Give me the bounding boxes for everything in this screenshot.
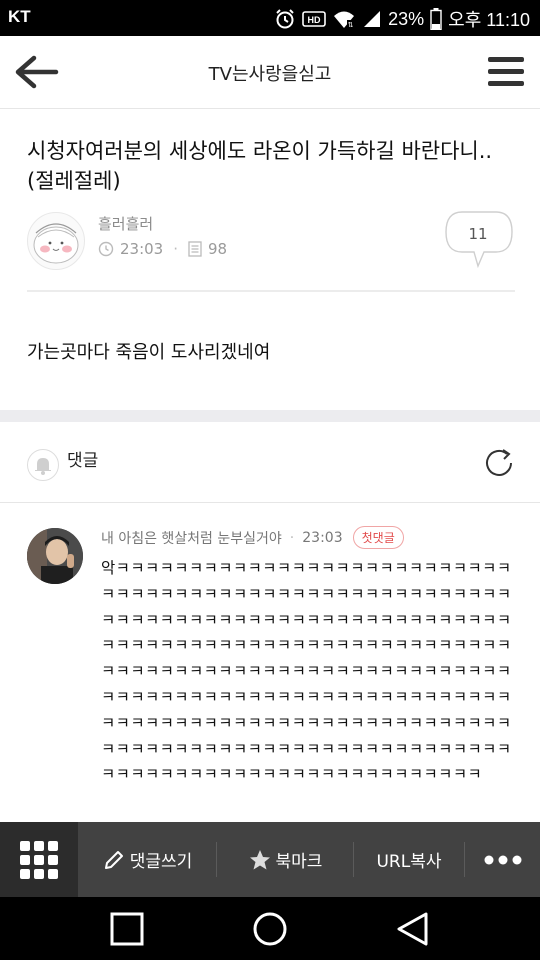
- section-separator: [0, 410, 540, 422]
- recent-apps-icon[interactable]: [107, 909, 147, 949]
- comments-header: 댓글: [0, 422, 540, 503]
- app-bar: TV는사랑을싣고: [0, 36, 540, 109]
- bottom-action-bar: 댓글쓰기 북마크 URL복사: [0, 822, 540, 897]
- system-nav-bar: [0, 897, 540, 960]
- view-count: 98: [208, 240, 228, 258]
- battery-icon: [430, 8, 442, 30]
- comment-text: 악ㅋㅋㅋㅋㅋㅋㅋㅋㅋㅋㅋㅋㅋㅋㅋㅋㅋㅋㅋㅋㅋㅋㅋㅋㅋㅋㅋㅋㅋㅋㅋㅋㅋㅋㅋㅋㅋㅋㅋ…: [101, 559, 512, 784]
- svg-text:⇅: ⇅: [348, 22, 354, 29]
- pencil-icon: [104, 850, 123, 869]
- views-icon: [188, 241, 202, 257]
- bell-icon: [35, 458, 51, 475]
- signal-icon: [364, 11, 381, 27]
- clock-icon: [98, 241, 114, 257]
- wifi-icon: ⇅: [334, 11, 355, 29]
- cafe-title[interactable]: TV는사랑을싣고: [0, 60, 540, 86]
- grid-menu-button[interactable]: [0, 822, 78, 897]
- copy-url-button[interactable]: URL복사: [354, 822, 464, 897]
- comment-count-bubble[interactable]: 11: [444, 210, 514, 272]
- alarm-icon: [276, 9, 294, 29]
- profile-photo-icon: [27, 528, 83, 584]
- post-time: 23:03: [120, 240, 164, 258]
- character-avatar-icon: [33, 223, 79, 264]
- bookmark-button[interactable]: 북마크: [217, 822, 353, 897]
- hd-icon: HD: [302, 11, 326, 27]
- hamburger-icon[interactable]: [486, 54, 526, 90]
- commenter-name[interactable]: 내 아침은 햇살처럼 눈부실거야: [101, 528, 282, 548]
- carrier-label: KT: [8, 7, 31, 26]
- write-comment-label: 댓글쓰기: [129, 852, 193, 872]
- meta-separator: ·: [173, 240, 179, 258]
- status-bar: KT HD ⇅ 23% 오후 11:10: [0, 0, 540, 36]
- author-name[interactable]: 흘러흘러: [98, 213, 153, 234]
- divider: [27, 290, 515, 292]
- write-comment-button[interactable]: 댓글쓰기: [78, 822, 216, 897]
- back-triangle-icon[interactable]: [393, 909, 433, 949]
- bookmark-label: 북마크: [275, 852, 323, 872]
- author-avatar[interactable]: [27, 212, 85, 270]
- comment-time: 23:03: [302, 529, 343, 546]
- copy-url-label: URL복사: [376, 852, 442, 872]
- post-meta: 23:03 · 98: [98, 240, 227, 258]
- grid-menu-icon: [20, 841, 58, 879]
- more-button[interactable]: [465, 822, 540, 897]
- home-icon[interactable]: [250, 909, 290, 949]
- comments-label: 댓글: [67, 451, 99, 471]
- notification-toggle[interactable]: [27, 449, 59, 481]
- battery-percent: 23%: [388, 8, 425, 29]
- clock: 오후 11:10: [448, 10, 530, 30]
- more-dots-icon: [484, 855, 521, 864]
- comment-count: 11: [468, 225, 488, 243]
- refresh-icon[interactable]: [482, 446, 516, 480]
- post-body: 가는곳마다 죽음이 도사리겠네여: [27, 342, 271, 363]
- svg-text:HD: HD: [308, 15, 321, 25]
- commenter-avatar[interactable]: [27, 528, 83, 584]
- first-comment-badge: 첫댓글: [352, 526, 404, 549]
- star-icon: [249, 849, 270, 869]
- comment-header: 내 아침은 햇살처럼 눈부실거야 · 23:03 첫댓글: [101, 526, 404, 549]
- post-title: 시청자여러분의 세상에도 라온이 가득하길 바란다니.. (절레절레): [27, 139, 493, 193]
- meta-separator: ·: [289, 529, 295, 546]
